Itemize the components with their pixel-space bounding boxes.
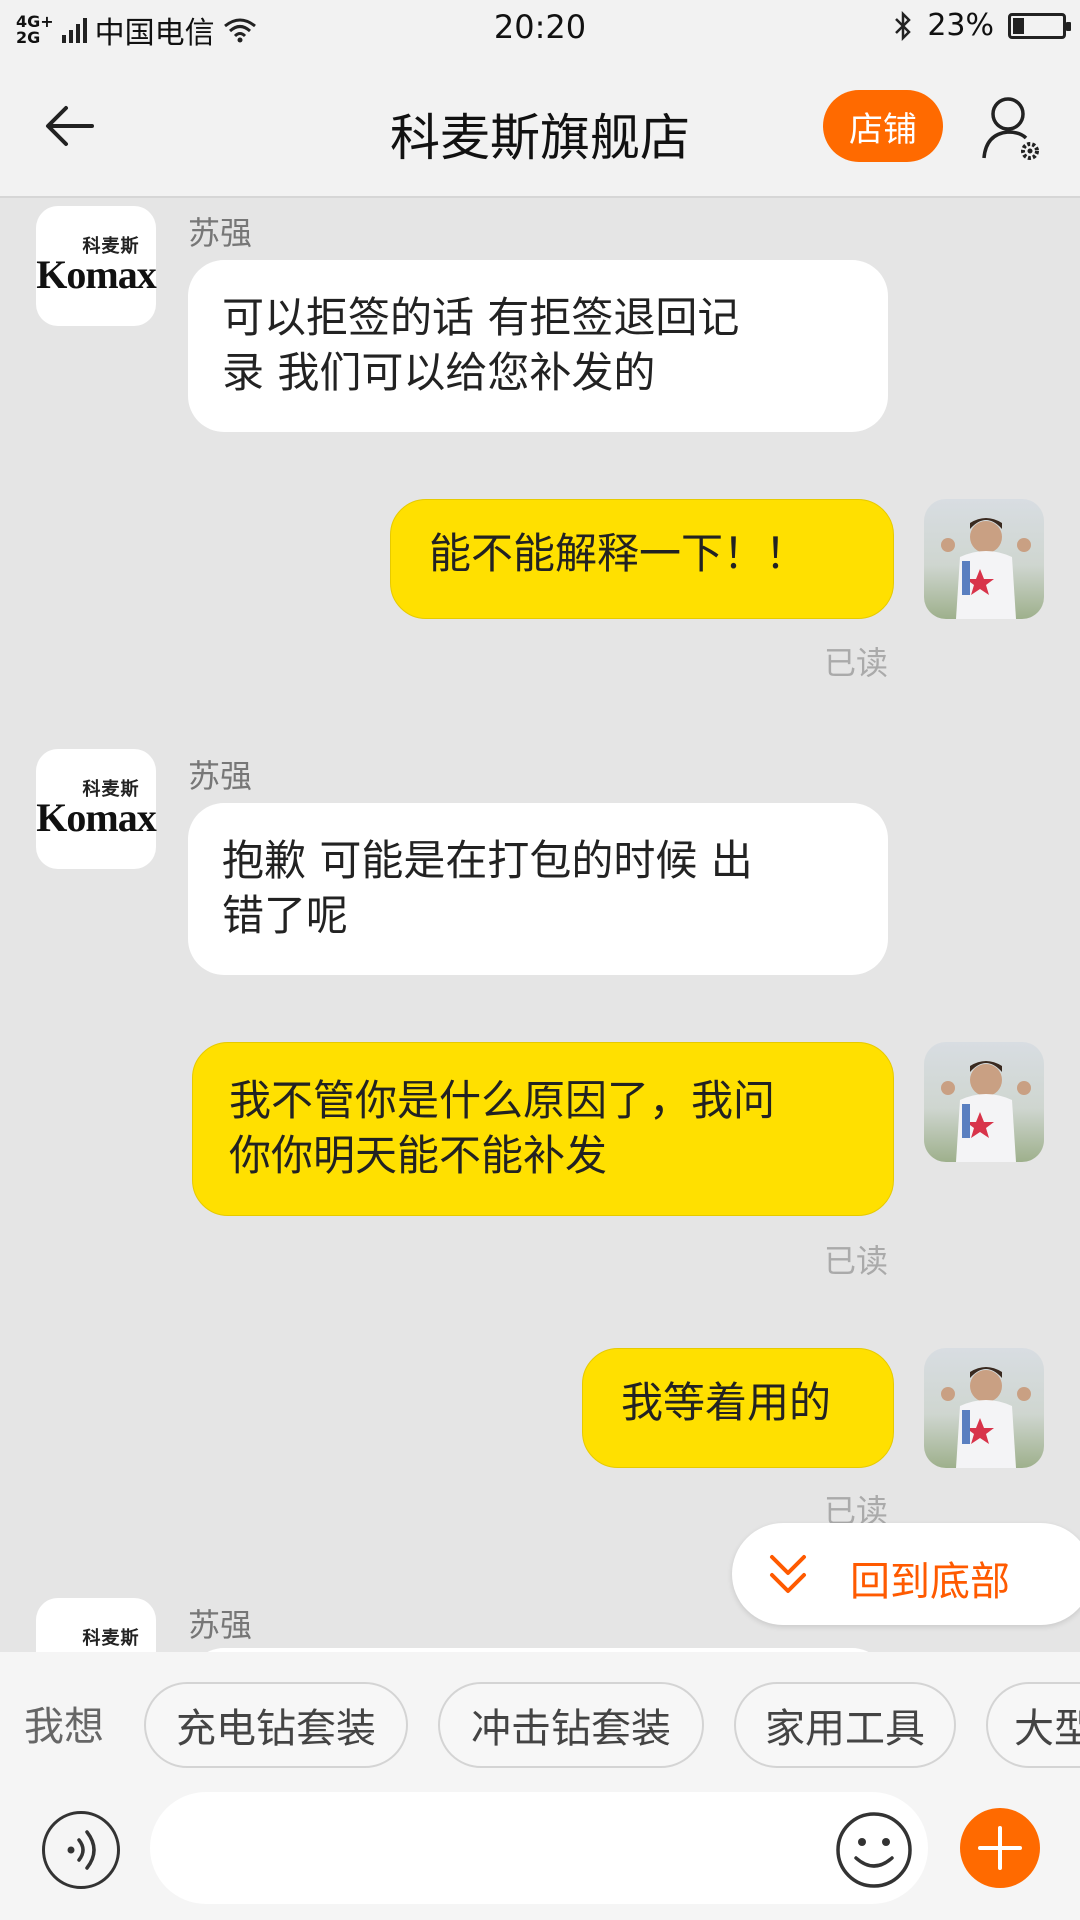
chat-header: 科麦斯旗舰店 店铺 — [0, 56, 1080, 198]
message-bubble-incoming[interactable]: 可以拒签的话 有拒签退回记 录 我们可以给您补发的 — [188, 260, 888, 432]
quick-phrase-bar[interactable]: 我想 充电钻套装 冲击钻套装 家用工具 大型 — [0, 1652, 1080, 1788]
message-line: 你你明天能不能补发 — [229, 1131, 608, 1180]
voice-waves — [67, 1830, 96, 1870]
sender-name: 苏强 — [188, 757, 253, 795]
child-photo — [941, 1367, 1031, 1468]
quick-phrase-chip[interactable]: 家用工具 — [734, 1682, 956, 1768]
double-chevron-down-icon — [770, 1555, 806, 1593]
message-bubble-incoming[interactable]: 抱歉 可能是在打包的时候 出 错了呢 — [188, 803, 888, 975]
read-status: 已读 — [824, 644, 889, 682]
sender-name: 苏强 — [188, 214, 253, 252]
plus-glyph — [978, 1826, 1022, 1870]
quick-phrase-chip[interactable]: 大型 — [986, 1682, 1080, 1768]
user-avatar[interactable] — [924, 1348, 1044, 1468]
voice-icon[interactable] — [42, 1811, 120, 1889]
message-line: 抱歉 可能是在打包的时候 出 — [222, 836, 753, 885]
shop-avatar[interactable]: 科麦斯 Komax — [36, 206, 157, 326]
message-line: 可以拒签的话 有拒签退回记 — [222, 293, 740, 342]
message-line: 录 我们可以给您补发的 — [222, 348, 656, 397]
message-bubble-outgoing[interactable]: 我不管你是什么原因了，我问 你你明天能不能补发 — [192, 1042, 894, 1216]
user-avatar[interactable] — [924, 1042, 1044, 1162]
message-bubble-outgoing[interactable]: 能不能解释一下！！ — [390, 499, 894, 619]
quick-phrase-chip[interactable]: 充电钻套装 — [144, 1682, 408, 1768]
message-line: 我不管你是什么原因了，我问 — [229, 1076, 776, 1125]
shop-avatar[interactable]: 科麦斯 Komax — [36, 749, 157, 869]
message-line: 能不能解释一下！！ — [429, 529, 808, 578]
quick-phrase-chip[interactable]: 冲击钻套装 — [438, 1682, 704, 1768]
status-bar: 4G+ 2G 中国电信 20:20 23% — [0, 0, 1080, 56]
message-bubble-outgoing[interactable]: 我等着用的 — [582, 1348, 894, 1468]
scroll-to-bottom-button[interactable]: 回到底部 — [732, 1523, 1080, 1625]
shop-button[interactable]: 店铺 — [823, 90, 943, 162]
scroll-to-bottom-label: 回到底部 — [850, 1559, 1010, 1605]
input-bar — [0, 1788, 1080, 1920]
battery-icon — [1008, 12, 1071, 39]
user-avatar[interactable] — [924, 499, 1044, 619]
child-photo — [941, 518, 1031, 619]
message-input[interactable] — [150, 1792, 928, 1904]
message-line: 错了呢 — [222, 891, 349, 940]
sender-name: 苏强 — [188, 1606, 253, 1644]
user-settings-icon[interactable] — [980, 94, 1042, 164]
message-list[interactable]: 科麦斯 Komax 苏强 可以拒签的话 有拒签退回记 录 我们可以给您补发的 能… — [0, 200, 1080, 1652]
bluetooth-icon — [895, 10, 912, 41]
read-status: 已读 — [824, 1242, 889, 1280]
plus-icon[interactable] — [960, 1808, 1040, 1888]
child-photo — [941, 1061, 1031, 1162]
message-line: 我等着用的 — [621, 1378, 832, 1427]
battery-percent: 23% — [927, 8, 994, 43]
shop-avatar[interactable]: 科麦斯 Komax — [36, 1598, 157, 1652]
quick-phrase-prefix: 我想 — [24, 1704, 104, 1750]
emoji-icon[interactable] — [834, 1810, 914, 1890]
